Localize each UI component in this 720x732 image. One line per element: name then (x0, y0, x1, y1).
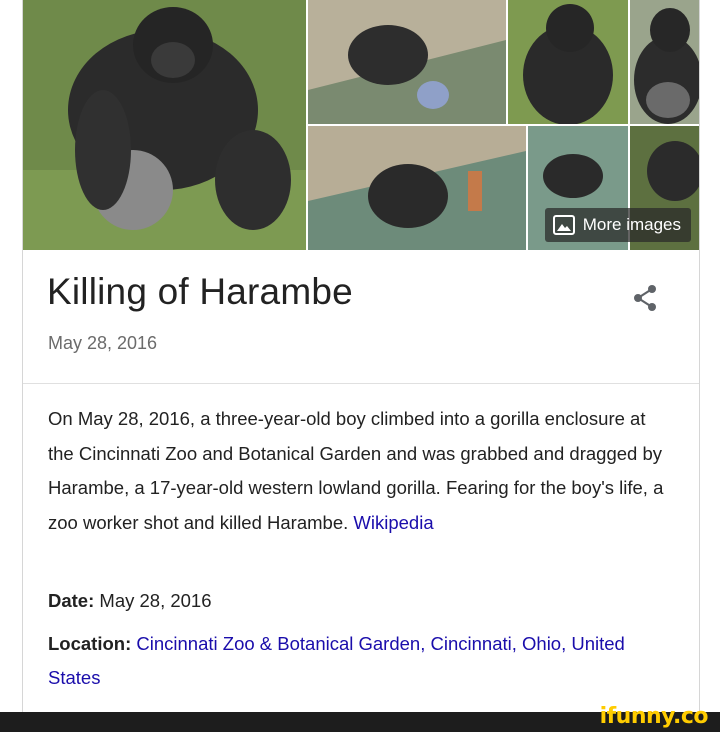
description: On May 28, 2016, a three-year-old boy cl… (48, 402, 668, 540)
more-images-label: More images (582, 215, 681, 234)
image-gallery: More images (23, 0, 699, 250)
share-button[interactable] (631, 283, 659, 313)
share-icon (634, 285, 656, 311)
ifunny-watermark: ifunny.co (599, 704, 709, 729)
fact-location: Location: Cincinnati Zoo & Botanical Gar… (48, 627, 678, 695)
knowledge-panel: More images Killing of Harambe May 28, 2… (22, 0, 700, 712)
fact-label: Location: (48, 633, 132, 654)
more-images-button[interactable]: More images (544, 208, 691, 242)
page-subtitle: May 28, 2016 (48, 333, 158, 353)
divider (23, 383, 699, 384)
image-icon (552, 215, 575, 235)
fact-date: Date: May 28, 2016 (48, 584, 678, 618)
location-link[interactable]: Cincinnati Zoo & Botanical Garden, Cinci… (48, 633, 625, 688)
gallery-image-5[interactable] (308, 126, 526, 250)
fact-value: May 28, 2016 (99, 590, 212, 611)
gallery-image-3[interactable] (508, 0, 628, 124)
gallery-image-main[interactable] (23, 0, 306, 250)
gallery-image-2[interactable] (308, 0, 506, 124)
page-title: Killing of Harambe (47, 271, 353, 312)
wikipedia-link[interactable]: Wikipedia (353, 512, 433, 533)
fact-label: Date: (48, 590, 95, 611)
gallery-image-4[interactable] (630, 0, 699, 124)
